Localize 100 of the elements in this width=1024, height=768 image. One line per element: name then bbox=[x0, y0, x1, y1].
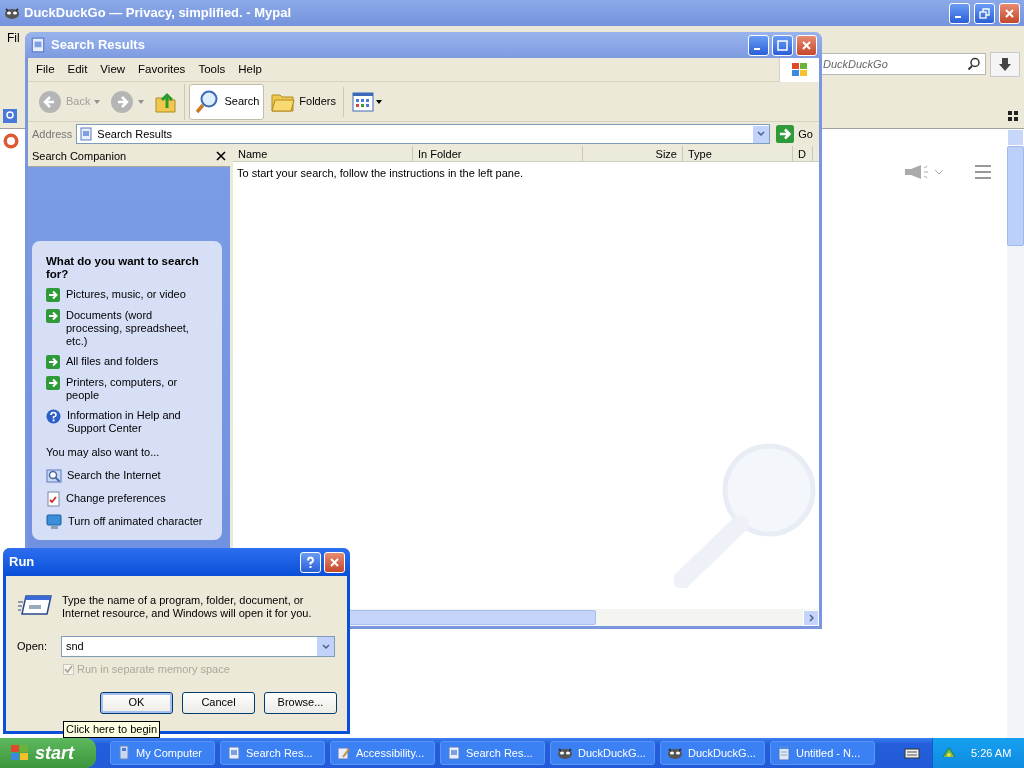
caret-icon bbox=[138, 99, 145, 104]
scrollbar[interactable] bbox=[1007, 129, 1024, 738]
dialog-button[interactable]: OK bbox=[100, 691, 173, 714]
keyboard-icon[interactable] bbox=[904, 746, 920, 760]
dialog-title: Run bbox=[9, 553, 36, 572]
window-title: DuckDuckGo — Privacy, simplified. - Mypal bbox=[24, 4, 293, 23]
window-icon bbox=[30, 37, 46, 53]
taskbar-button[interactable]: Search Res... bbox=[220, 741, 325, 765]
close-button[interactable] bbox=[324, 551, 345, 573]
download-icon bbox=[998, 57, 1012, 72]
column-header[interactable]: Size bbox=[583, 146, 683, 161]
open-field[interactable]: snd bbox=[60, 636, 335, 657]
chevron-down-icon bbox=[321, 643, 330, 650]
menu-icon[interactable] bbox=[975, 165, 991, 179]
views-icon bbox=[352, 91, 374, 112]
menu-item[interactable]: File bbox=[36, 60, 55, 79]
clock: 5:26 AM bbox=[971, 745, 1012, 761]
search-icon bbox=[967, 57, 981, 71]
document-icon bbox=[447, 746, 461, 760]
card-heading: What do you want to search for? bbox=[46, 255, 200, 281]
taskbar-button[interactable]: DuckDuckG... bbox=[550, 741, 655, 765]
arrow-icon bbox=[46, 288, 60, 302]
checkbox-label: Run in separate memory space bbox=[77, 662, 230, 677]
close-icon bbox=[800, 38, 813, 52]
close-icon[interactable] bbox=[216, 151, 226, 161]
search-option-link[interactable]: Change preferences bbox=[66, 492, 166, 505]
menu-item[interactable]: Fil bbox=[7, 29, 20, 47]
download-button[interactable] bbox=[990, 52, 1020, 77]
chevron-right-icon[interactable] bbox=[808, 613, 814, 622]
windows-logo-icon bbox=[790, 61, 809, 78]
go-button[interactable]: Go bbox=[774, 125, 815, 143]
grid-icon[interactable] bbox=[1008, 111, 1018, 121]
taskbar-button[interactable]: Untitled - N... bbox=[770, 741, 875, 765]
menu-item[interactable]: Tools bbox=[198, 60, 226, 79]
dialog-button[interactable]: Browse... bbox=[264, 691, 337, 714]
wrench-icon bbox=[337, 746, 351, 760]
taskbar-button[interactable]: Accessibility... bbox=[330, 741, 435, 765]
computer-icon bbox=[46, 513, 63, 530]
search-option-link[interactable]: Pictures, music, or video bbox=[66, 288, 201, 301]
arrow-icon bbox=[46, 376, 60, 390]
search-option-link[interactable]: Turn off animated character bbox=[68, 515, 203, 528]
pane-title: Search Companion bbox=[32, 148, 128, 164]
dialog-message: Type the name of a program, folder, document, or Internet resource, and Windows will open it for you. bbox=[62, 594, 313, 620]
windows-logo-icon bbox=[10, 744, 30, 762]
document-icon bbox=[227, 746, 241, 760]
run-icon bbox=[18, 594, 52, 616]
maximize-button[interactable] bbox=[772, 34, 793, 56]
taskbar-button[interactable]: Search Res... bbox=[440, 741, 545, 765]
search-option-link[interactable]: All files and folders bbox=[66, 355, 201, 368]
folders-button[interactable]: Folders bbox=[266, 83, 341, 120]
taskbar-button[interactable]: DuckDuckG... bbox=[660, 741, 765, 765]
column-header[interactable]: D bbox=[793, 146, 813, 161]
window-title: Search Results bbox=[50, 36, 146, 55]
caret-icon bbox=[376, 99, 382, 104]
raccoon-icon bbox=[667, 746, 683, 760]
taskbar-button[interactable]: My Computer bbox=[110, 741, 215, 765]
search-icon[interactable] bbox=[3, 109, 17, 123]
help-icon bbox=[46, 409, 61, 424]
close-icon bbox=[328, 555, 341, 569]
menu-item[interactable]: Help bbox=[238, 60, 262, 79]
search-field[interactable]: DuckDuckGo bbox=[822, 53, 986, 75]
raccoon-icon bbox=[557, 746, 573, 760]
search-button[interactable]: Search bbox=[189, 83, 265, 120]
restore-button[interactable] bbox=[974, 2, 995, 24]
computer-icon bbox=[117, 745, 131, 761]
restore-icon bbox=[978, 6, 991, 20]
section-label: You may also want to... bbox=[46, 445, 161, 460]
arrow-icon bbox=[46, 309, 60, 323]
close-button[interactable] bbox=[999, 2, 1020, 24]
arrow-icon bbox=[46, 355, 60, 369]
notepad-icon bbox=[777, 745, 791, 761]
column-header[interactable]: In Folder bbox=[413, 146, 583, 161]
address-label: Address bbox=[32, 126, 73, 142]
search-option-link[interactable]: Documents (word processing, spreadsheet, etc.) bbox=[66, 309, 201, 348]
search-icon bbox=[46, 467, 62, 484]
checklist-icon bbox=[46, 490, 61, 507]
column-header[interactable]: Type bbox=[683, 146, 793, 161]
max-icon bbox=[776, 38, 789, 52]
minimize-button[interactable] bbox=[949, 2, 970, 24]
empty-results-message: To start your search, follow the instructions in the left pane. bbox=[236, 166, 525, 181]
dialog-button[interactable]: Cancel bbox=[182, 691, 255, 714]
caret-icon bbox=[94, 99, 101, 104]
open-label: Open: bbox=[17, 639, 47, 655]
menu-item[interactable]: Edit bbox=[67, 60, 88, 79]
search-option-link[interactable]: Information in Help and Support Center bbox=[67, 409, 202, 435]
minimize-button[interactable] bbox=[748, 34, 769, 56]
close-button[interactable] bbox=[796, 34, 817, 56]
dropdown-button[interactable] bbox=[753, 125, 770, 143]
menu-item[interactable]: Favorites bbox=[138, 60, 186, 79]
arrow-icon bbox=[776, 125, 795, 143]
close-icon bbox=[1003, 6, 1016, 20]
search-option-link[interactable]: Search the Internet bbox=[67, 469, 161, 482]
document-icon bbox=[79, 127, 94, 141]
tooltip: Click here to begin bbox=[63, 721, 161, 738]
chevron-down-icon bbox=[757, 131, 766, 137]
help-button[interactable] bbox=[300, 551, 321, 573]
column-header[interactable]: Name bbox=[233, 146, 413, 161]
search-option-link[interactable]: Printers, computers, or people bbox=[66, 376, 201, 402]
address-field[interactable]: Search Results bbox=[76, 124, 771, 144]
menu-item[interactable]: View bbox=[100, 60, 126, 79]
